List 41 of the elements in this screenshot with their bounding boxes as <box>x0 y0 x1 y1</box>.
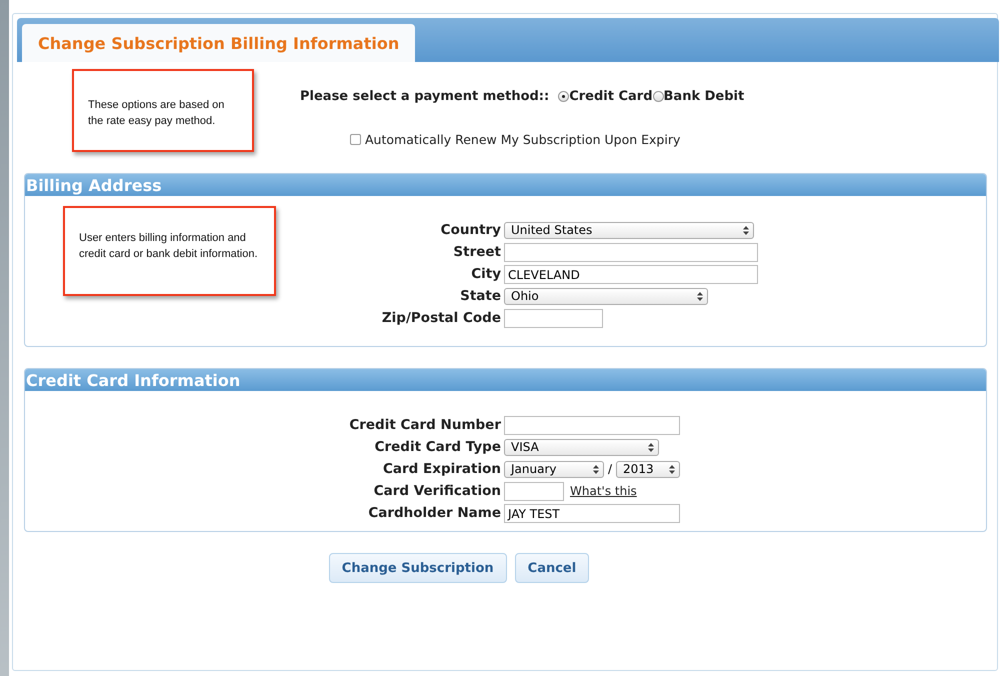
stepper-arrows-icon <box>669 464 676 474</box>
input-field[interactable] <box>504 242 758 262</box>
annotation-note: These options are based on the rate easy pay method. <box>72 69 254 152</box>
date-separator: / <box>608 462 612 476</box>
input-field[interactable]: CLEVELAND <box>504 264 758 284</box>
field-label: Card Expiration <box>383 461 502 477</box>
field-label: Zip/Postal Code <box>382 310 502 326</box>
form-button[interactable]: Change Subscription <box>328 553 507 583</box>
month-select[interactable]: January <box>504 460 604 478</box>
field-label: Cardholder Name <box>368 505 502 521</box>
radio-button[interactable] <box>652 91 664 102</box>
select-field[interactable]: United States <box>504 222 754 238</box>
form-button[interactable]: Cancel <box>514 553 590 583</box>
input-field[interactable] <box>504 482 564 500</box>
stepper-arrows-icon <box>593 464 599 474</box>
field-label: Credit Card Type <box>374 439 502 455</box>
radio-button[interactable] <box>558 91 570 102</box>
whats-this-link[interactable]: What's this <box>570 484 637 498</box>
stepper-arrows-icon <box>743 226 749 234</box>
input-field[interactable]: JAY TEST <box>504 504 680 522</box>
field-label: Card Verification <box>374 483 502 499</box>
input-field[interactable] <box>504 308 603 328</box>
stepper-arrows-icon <box>697 292 703 300</box>
payment-method-label: Please select a payment method:: <box>300 89 550 104</box>
field-label: City <box>471 266 502 282</box>
annotation-note: User enters billing information and credit card or bank debit information. <box>63 206 276 296</box>
section-header: Credit Card Information <box>25 369 986 391</box>
field-label: Credit Card Number <box>349 417 502 433</box>
field-label: Country <box>440 222 502 238</box>
select-field[interactable]: VISA <box>504 438 659 456</box>
radio-label[interactable]: Credit Card <box>569 89 653 104</box>
checkbox-label[interactable]: Automatically Renew My Subscription Upon Expiry <box>365 132 680 147</box>
radio-label[interactable]: Bank Debit <box>664 89 744 104</box>
field-label: Street <box>453 244 502 260</box>
select-field[interactable]: Ohio <box>504 288 708 304</box>
checkbox[interactable] <box>350 134 361 145</box>
stepper-arrows-icon <box>648 442 654 452</box>
input-field[interactable] <box>504 416 680 434</box>
field-label: State <box>460 288 502 304</box>
year-select[interactable]: 2013 <box>616 460 680 478</box>
section-header: Billing Address <box>25 174 986 196</box>
